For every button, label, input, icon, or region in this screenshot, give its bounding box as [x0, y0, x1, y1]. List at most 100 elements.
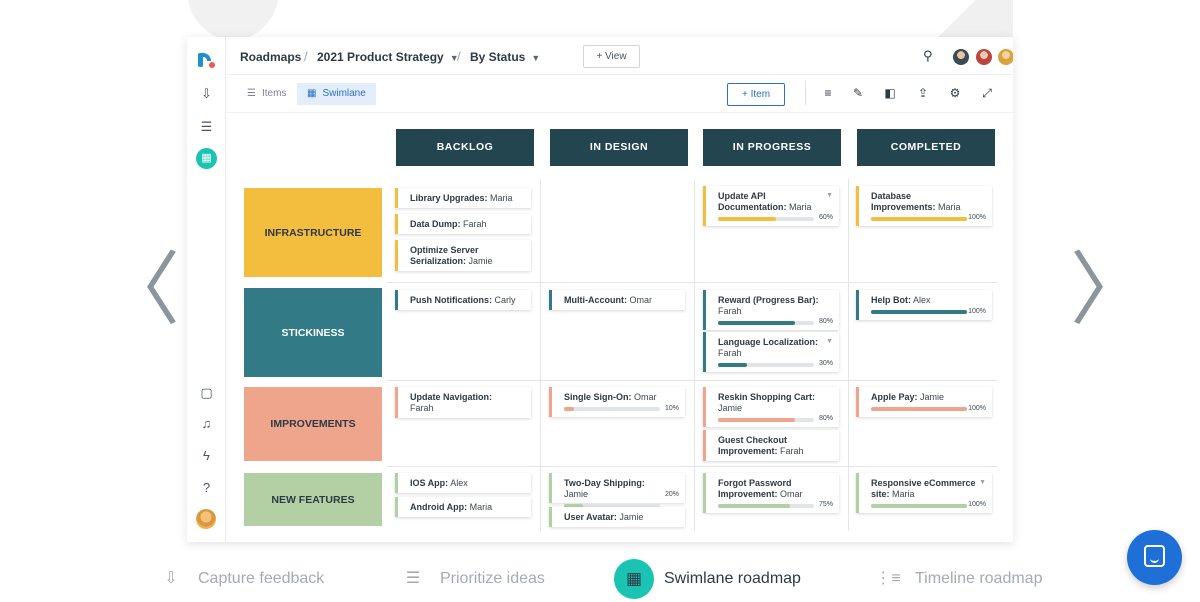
swimlane-board-icon: ▦ [614, 559, 654, 599]
prioritize-list-icon[interactable]: ☰ [196, 116, 217, 137]
contacts-icon[interactable]: ▢ [196, 382, 217, 403]
gear-icon[interactable]: ⚙ [947, 85, 963, 101]
progress-bar [871, 310, 967, 314]
carousel-prev-arrow[interactable]: 〈 [100, 250, 180, 330]
roadmap-card[interactable]: Database Improvements: Maria 100% [856, 186, 992, 226]
card-title: Database Improvements: [871, 191, 936, 212]
feature-nav-label: Timeline roadmap [915, 570, 1043, 587]
progress-percent: 30% [818, 360, 833, 367]
user-avatar[interactable] [196, 509, 216, 529]
roadmap-card[interactable]: Help Bot: Alex 100% [856, 290, 992, 320]
feature-nav-timeline-roadmap[interactable]: ⋮≡ Timeline roadmap [875, 566, 1042, 592]
card-owner: Jamie [619, 512, 644, 522]
card-title: Guest Checkout Improvement: [718, 435, 788, 456]
roadmap-card[interactable]: ▼ Update API Documentation: Maria 60% [703, 186, 839, 226]
chevron-down-icon[interactable]: ▼ [826, 190, 833, 201]
progress-percent: 80% [818, 318, 833, 325]
column-header-backlog: BACKLOG [396, 129, 534, 166]
card-owner: Maria [892, 489, 915, 499]
progress-percent: 10% [664, 405, 679, 412]
add-view-button[interactable]: + View [583, 45, 640, 68]
card-title: Update Navigation: [410, 392, 493, 402]
roadmap-card[interactable]: IOS App: Alex [395, 473, 531, 493]
help-icon[interactable]: ? [196, 477, 217, 498]
tab-swimlane[interactable]: ▦ Swimlane [297, 83, 376, 105]
card-owner: Maria [469, 502, 493, 512]
tab-items[interactable]: ☰ Items [237, 83, 296, 105]
add-item-button[interactable]: + Item [727, 83, 785, 106]
roadmap-card[interactable]: Optimize Server Serialization: Jamie [395, 240, 531, 271]
feature-nav-prioritize-ideas[interactable]: ☰ Prioritize ideas [400, 566, 545, 592]
bell-icon[interactable]: ♫ [196, 413, 217, 434]
inbox-download-icon[interactable]: ⇩ [196, 83, 217, 104]
progress-percent: 100% [968, 214, 986, 221]
view-selector[interactable]: By Status ▼ [470, 50, 540, 64]
card-title: Help Bot: [871, 295, 911, 305]
progress-bar [718, 504, 814, 508]
chevron-down-icon[interactable]: ▼ [979, 477, 986, 488]
card-title: Push Notifications: [410, 295, 493, 305]
feature-nav-swimlane-roadmap[interactable]: ▦ Swimlane roadmap [614, 559, 801, 599]
roadmap-card[interactable]: ▼ Responsive eCommerce site: Maria 100% [856, 473, 992, 513]
breadcrumb-separator: / [457, 49, 461, 64]
roadmap-board-icon[interactable]: ▦ [196, 148, 217, 169]
chevron-down-icon[interactable]: ▼ [826, 336, 833, 347]
progress-fill [718, 321, 795, 325]
roadmap-card[interactable]: Push Notifications: Carly [395, 290, 531, 310]
lightning-icon[interactable]: ϟ [196, 445, 217, 466]
card-owner: Maria [938, 202, 961, 212]
filter-icon[interactable]: ≡ [820, 85, 836, 101]
layout-icon[interactable]: ◧ [882, 85, 898, 101]
fullscreen-icon[interactable]: ⤢ [979, 85, 995, 101]
roadmap-card[interactable]: Library Upgrades: Maria [395, 188, 531, 208]
roadmap-card[interactable]: User Avatar: Jamie [549, 507, 685, 527]
roadmap-card[interactable]: Android App: Maria [395, 497, 531, 517]
card-title: Apple Pay: [871, 392, 918, 402]
breadcrumb-roadmap-label: 2021 Product Strategy [317, 50, 444, 64]
card-owner: Farah [718, 348, 742, 358]
progress-percent: 20% [664, 491, 679, 498]
card-title: Android App: [410, 502, 468, 512]
roadmap-card[interactable]: Guest Checkout Improvement: Farah [703, 430, 839, 461]
progress-fill [871, 407, 967, 411]
roadmap-card[interactable]: ▼ Language Localization: Farah 30% [703, 332, 839, 372]
progress-bar [718, 418, 814, 422]
edit-card-icon[interactable]: ✎ [850, 85, 866, 101]
roadmap-card[interactable]: Single Sign-On: Omar 10% [549, 387, 685, 417]
progress-fill [871, 504, 967, 508]
column-header-in-design: IN DESIGN [550, 129, 688, 166]
view-selector-label: By Status [470, 50, 526, 64]
roadmap-card[interactable]: Update Navigation: Farah [395, 387, 531, 418]
card-owner: Alex [450, 478, 468, 488]
card-title: Multi-Account: [564, 295, 627, 305]
avatar[interactable] [974, 47, 994, 67]
avatar[interactable] [951, 47, 971, 67]
progress-percent: 100% [968, 405, 986, 412]
progress-percent: 100% [968, 501, 986, 508]
lane-infrastructure: INFRASTRUCTURE [244, 188, 382, 277]
roadmap-card[interactable]: Reskin Shopping Cart: Jamie 80% [703, 387, 839, 427]
export-icon[interactable]: ⇪ [915, 85, 931, 101]
roadmap-card[interactable]: Multi-Account: Omar [549, 290, 685, 310]
breadcrumb-roadmap[interactable]: 2021 Product Strategy ▼ [317, 50, 459, 64]
roadmap-card[interactable]: Data Dump: Farah [395, 214, 531, 234]
roadmap-card[interactable]: Forgot Password Improvement: Omar 75% [703, 473, 839, 513]
list-icon: ☰ [247, 88, 256, 99]
chat-launcher-button[interactable] [1127, 530, 1182, 585]
search-icon[interactable]: ⚲ [923, 48, 933, 64]
feature-nav-capture-feedback[interactable]: ⇩ Capture feedback [158, 566, 324, 592]
roadmap-card[interactable]: Apple Pay: Jamie 100% [856, 387, 992, 417]
carousel-next-arrow[interactable]: 〉 [1070, 250, 1150, 330]
avatar[interactable] [996, 47, 1013, 67]
progress-bar [718, 321, 814, 325]
feature-nav-label: Swimlane roadmap [664, 570, 801, 587]
card-owner: Carly [494, 295, 516, 305]
progress-fill [871, 310, 967, 314]
grid-divider [387, 380, 997, 381]
breadcrumb-roadmaps[interactable]: Roadmaps [240, 50, 301, 64]
card-owner: Farah [718, 306, 742, 316]
logo-icon[interactable] [198, 50, 216, 70]
roadmap-card[interactable]: Two-Day Shipping: Jamie 20% [549, 473, 685, 508]
swimlane-icon: ▦ [307, 88, 317, 99]
roadmap-card[interactable]: Reward (Progress Bar): Farah 80% [703, 290, 839, 330]
